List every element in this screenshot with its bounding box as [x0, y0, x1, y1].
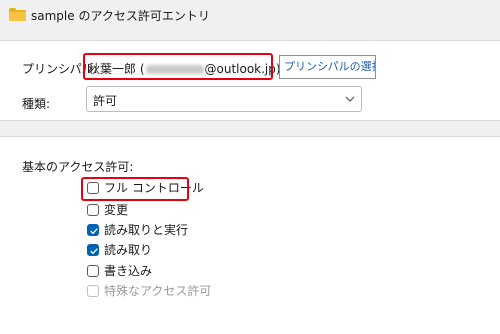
permissions-heading: 基本のアクセス許可: — [22, 160, 134, 174]
permission-label: 変更 — [104, 203, 129, 217]
type-dropdown[interactable]: 許可 — [86, 86, 362, 112]
modify-checkbox[interactable] — [87, 204, 99, 216]
permission-label: 読み取り — [104, 243, 153, 257]
write-checkbox[interactable] — [87, 265, 99, 277]
window-title: sample のアクセス許可エントリ — [31, 9, 210, 23]
permission-label: 書き込み — [104, 264, 153, 278]
folder-icon — [9, 8, 26, 21]
type-selected-value: 許可 — [93, 94, 118, 108]
chevron-down-icon — [345, 96, 355, 102]
type-label: 種類: — [22, 97, 51, 111]
full-control-highlight-box — [81, 177, 189, 201]
principal-panel: プリンシパル: 秋葉一郎 (@outlook.jp) プリンシパルの選択 種類:… — [0, 40, 500, 121]
title-bar: sample のアクセス許可エントリ — [0, 0, 500, 30]
permission-label: 特殊なアクセス許可 — [104, 284, 212, 298]
checkmark-icon — [90, 228, 98, 235]
permission-label: 読み取りと実行 — [104, 223, 189, 237]
checkmark-icon — [90, 248, 98, 255]
principal-highlight-box — [83, 53, 273, 80]
read-execute-checkbox[interactable] — [87, 224, 99, 236]
read-checkbox[interactable] — [87, 244, 99, 256]
special-permissions-checkbox — [87, 285, 99, 297]
select-principal-button[interactable]: プリンシパルの選択 — [279, 55, 376, 79]
permissions-panel: 基本のアクセス許可: フル コントロール 変更 読み取りと実行 読み取り 書き込… — [0, 136, 500, 334]
